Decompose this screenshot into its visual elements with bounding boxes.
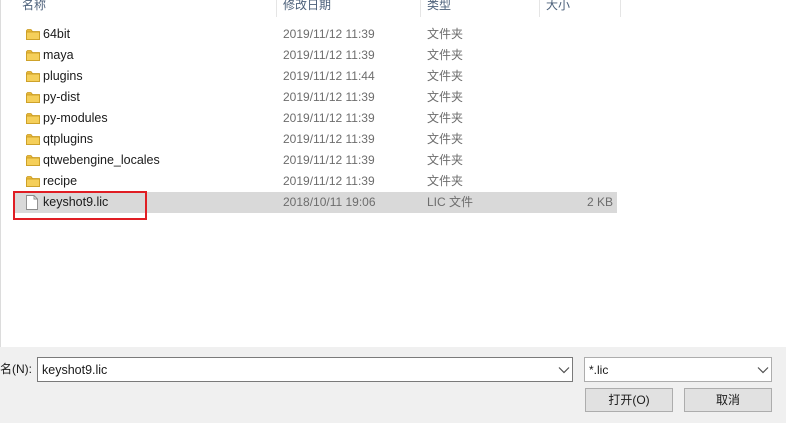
cancel-button[interactable]: 取消 (684, 388, 772, 412)
filename-combobox[interactable] (37, 357, 573, 382)
file-row[interactable]: plugins 2019/11/12 11:44 文件夹 (14, 66, 617, 87)
file-size: 2 KB (586, 195, 613, 209)
file-row[interactable]: py-modules 2019/11/12 11:39 文件夹 (14, 108, 617, 129)
file-name: qtwebengine_locales (43, 153, 160, 167)
folder-icon (26, 133, 40, 146)
column-header-modified[interactable]: 修改日期 (283, 0, 331, 17)
file-modified-date: 2019/11/12 11:39 (283, 111, 375, 125)
folder-icon (26, 70, 40, 83)
file-name: 64bit (43, 27, 71, 41)
column-separator[interactable] (539, 0, 540, 17)
file-name: recipe (43, 174, 78, 188)
file-row[interactable]: qtwebengine_locales 2019/11/12 11:39 文件夹 (14, 150, 617, 171)
file-modified-date: 2019/11/12 11:39 (283, 174, 375, 188)
file-type-filter-value: *.lic (589, 363, 609, 377)
file-row[interactable]: py-dist 2019/11/12 11:39 文件夹 (14, 87, 617, 108)
column-header-name[interactable]: 名称 (22, 0, 46, 17)
file-row[interactable]: recipe 2019/11/12 11:39 文件夹 (14, 171, 617, 192)
file-type: 文件夹 (427, 69, 464, 83)
file-row[interactable]: maya 2019/11/12 11:39 文件夹 (14, 45, 617, 66)
highlight-annotation-box (13, 191, 147, 220)
file-type: 文件夹 (427, 48, 464, 62)
column-header-size[interactable]: 大小 (546, 0, 570, 17)
file-row[interactable]: 64bit 2019/11/12 11:39 文件夹 (14, 24, 617, 45)
file-type-filter-select[interactable]: *.lic (584, 357, 772, 382)
file-modified-date: 2019/11/12 11:39 (283, 27, 375, 41)
file-name: qtplugins (43, 132, 94, 146)
file-type: 文件夹 (427, 90, 464, 104)
pane-left-border (0, 0, 1, 347)
file-row[interactable]: qtplugins 2019/11/12 11:39 文件夹 (14, 129, 617, 150)
chevron-down-icon[interactable] (558, 366, 570, 374)
folder-icon (26, 154, 40, 167)
open-button[interactable]: 打开(O) (585, 388, 673, 412)
folder-icon (26, 112, 40, 125)
column-separator[interactable] (276, 0, 277, 17)
file-modified-date: 2018/10/11 19:06 (283, 195, 376, 209)
file-modified-date: 2019/11/12 11:39 (283, 132, 375, 146)
file-type: 文件夹 (427, 153, 464, 167)
chevron-down-icon[interactable] (757, 366, 769, 374)
file-name: py-dist (43, 90, 80, 104)
file-modified-date: 2019/11/12 11:39 (283, 153, 375, 167)
file-name: maya (43, 48, 74, 62)
file-name: py-modules (43, 111, 108, 125)
file-name: plugins (43, 69, 83, 83)
column-header-bar: 名称 修改日期 类型 大小 (0, 0, 786, 17)
file-type: 文件夹 (427, 111, 464, 125)
column-separator[interactable] (420, 0, 421, 17)
file-type: 文件夹 (427, 174, 464, 188)
folder-icon (26, 175, 40, 188)
file-modified-date: 2019/11/12 11:39 (283, 90, 375, 104)
folder-icon (26, 28, 40, 41)
file-modified-date: 2019/11/12 11:39 (283, 48, 375, 62)
filename-input[interactable] (42, 361, 542, 378)
filename-label: 名(N): (0, 362, 32, 376)
column-header-type[interactable]: 类型 (427, 0, 451, 17)
file-modified-date: 2019/11/12 11:44 (283, 69, 375, 83)
file-type: 文件夹 (427, 132, 464, 146)
file-list-pane[interactable]: 名称 修改日期 类型 大小 64bit 2019/11/12 11:39 文件夹 ma… (0, 0, 786, 347)
file-type: LIC 文件 (427, 195, 474, 209)
folder-icon (26, 49, 40, 62)
file-type: 文件夹 (427, 27, 464, 41)
column-separator[interactable] (620, 0, 621, 17)
folder-icon (26, 91, 40, 104)
